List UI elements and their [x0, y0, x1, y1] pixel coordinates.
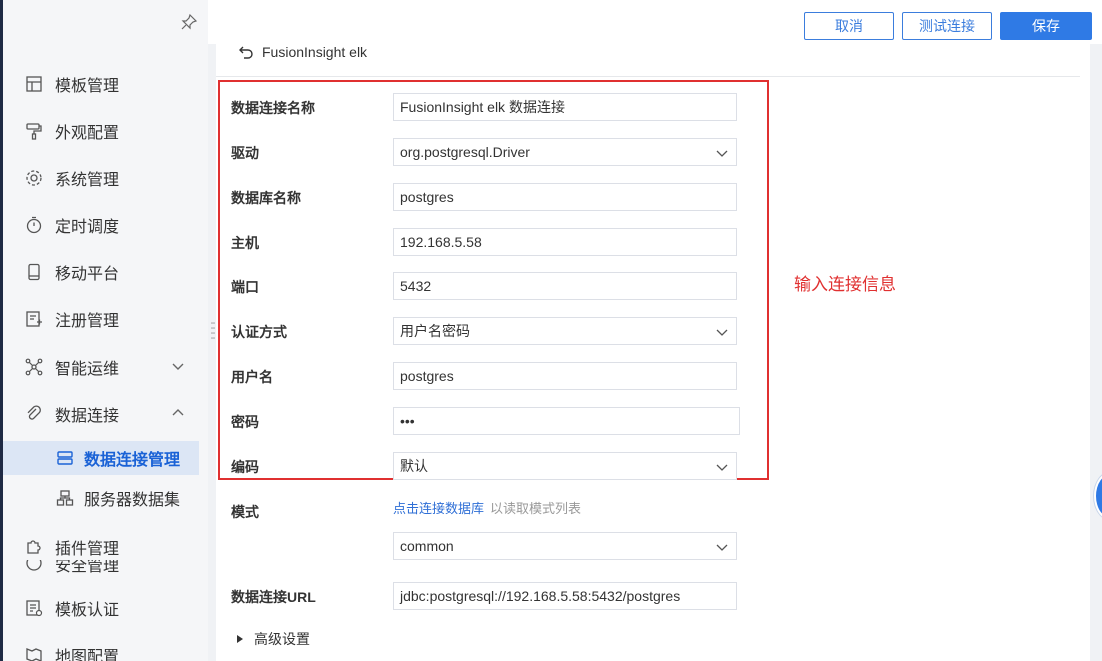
chevron-down-icon — [716, 464, 728, 471]
gear-icon — [26, 170, 42, 186]
sidebar-item-label: 数据连接 — [55, 408, 120, 425]
sidebar-item-template-cert[interactable]: 模板认证 — [25, 596, 119, 620]
paint-roller-icon — [26, 123, 42, 140]
sidebar: 模板管理 外观配置 系统管理 定时调度 移动平台 注册管理 智能运维 数据连接 … — [0, 0, 208, 661]
chevron-down-icon — [716, 544, 728, 551]
driver-select[interactable]: org.postgresql.Driver — [393, 138, 737, 166]
connection-title: FusionInsight elk — [262, 44, 368, 60]
template-icon — [26, 76, 42, 92]
test-connection-button[interactable]: 测试连接 — [902, 12, 992, 40]
cancel-button[interactable]: 取消 — [804, 12, 894, 40]
caret-right-icon — [237, 635, 243, 643]
connection-url-input[interactable]: jdbc:postgresql://192.168.5.58:5432/post… — [393, 582, 737, 610]
auth-method-select[interactable]: 用户名密码 — [393, 317, 737, 345]
name-label: 数据连接名称 — [231, 100, 315, 116]
map-icon — [26, 648, 42, 661]
sidebar-item-plugins[interactable]: 插件管理 — [25, 535, 119, 559]
certificate-icon — [26, 600, 43, 617]
sidebar-item-appearance[interactable]: 外观配置 — [25, 119, 119, 143]
sidebar-item-map[interactable]: 地图配置 — [25, 643, 119, 661]
sidebar-item-label: 地图配置 — [55, 649, 120, 661]
chevron-down-icon[interactable] — [171, 359, 185, 373]
sidebar-item-data-connection[interactable]: 数据连接 — [25, 402, 184, 426]
database-name-input[interactable]: postgres — [393, 183, 737, 211]
advanced-settings-label: 高级设置 — [254, 631, 310, 647]
encoding-value: 默认 — [400, 458, 428, 474]
schema-hint: 以读取模式列表 — [490, 501, 582, 516]
timer-icon — [26, 216, 42, 234]
schema-hint-line: 点击连接数据库 以读取模式列表 — [393, 498, 581, 517]
sidebar-item-label: 外观配置 — [55, 125, 120, 142]
sidebar-item-label: 系统管理 — [55, 172, 120, 189]
driver-label: 驱动 — [231, 145, 259, 161]
sidebar-item-label: 智能运维 — [55, 361, 120, 378]
sidebar-item-label: 注册管理 — [55, 313, 120, 330]
database-connection-icon — [57, 451, 73, 465]
sidebar-item-ops[interactable]: 智能运维 — [25, 355, 184, 379]
chevron-down-icon — [716, 329, 728, 336]
sidebar-subitem-label: 数据连接管理 — [84, 452, 181, 469]
floating-assistant-button[interactable] — [1094, 472, 1102, 520]
shield-icon — [26, 560, 42, 571]
save-button[interactable]: 保存 — [1000, 12, 1092, 40]
sidebar-subitem-label: 服务器数据集 — [84, 492, 181, 509]
port-input[interactable]: 5432 — [393, 272, 737, 300]
network-icon — [25, 358, 43, 376]
host-input[interactable]: 192.168.5.58 — [393, 228, 737, 256]
mobile-icon — [28, 263, 40, 281]
sidebar-item-label: 插件管理 — [55, 541, 120, 558]
connect-database-link[interactable]: 点击连接数据库 — [393, 501, 484, 516]
password-input[interactable]: ••• — [393, 407, 740, 435]
annotation-text: 输入连接信息 — [794, 275, 896, 294]
schema-label: 模式 — [231, 504, 259, 520]
register-icon — [26, 311, 42, 327]
password-label: 密码 — [231, 414, 259, 430]
resize-handle[interactable] — [211, 320, 215, 342]
username-label: 用户名 — [231, 369, 273, 385]
schema-select[interactable]: common — [393, 532, 737, 560]
chevron-up-icon[interactable] — [171, 406, 185, 420]
back-icon[interactable] — [238, 44, 254, 60]
sidebar-item-schedule[interactable]: 定时调度 — [25, 213, 119, 237]
url-label: 数据连接URL — [231, 589, 316, 605]
server-dataset-icon — [56, 490, 74, 506]
sidebar-item-mobile[interactable]: 移动平台 — [25, 260, 119, 284]
title-bar: FusionInsight elk — [216, 44, 1080, 77]
auth-value: 用户名密码 — [400, 323, 470, 339]
encoding-select[interactable]: 默认 — [393, 452, 737, 480]
username-input[interactable]: postgres — [393, 362, 737, 390]
pin-icon[interactable] — [181, 14, 197, 30]
sidebar-item-system[interactable]: 系统管理 — [25, 166, 119, 190]
sidebar-item-template-management[interactable]: 模板管理 — [25, 72, 119, 96]
schema-value: common — [400, 538, 454, 554]
connection-name-input[interactable]: FusionInsight elk 数据连接 — [393, 93, 737, 121]
port-label: 端口 — [231, 279, 259, 295]
sidebar-item-security[interactable]: 安全管理 — [25, 560, 119, 574]
advanced-settings-toggle[interactable]: 高级设置 — [236, 629, 310, 649]
sidebar-item-label: 模板认证 — [55, 602, 120, 619]
chevron-down-icon — [716, 150, 728, 157]
sidebar-item-label: 定时调度 — [55, 219, 120, 236]
auth-label: 认证方式 — [231, 324, 287, 340]
driver-value: org.postgresql.Driver — [400, 144, 530, 160]
puzzle-icon — [27, 540, 41, 554]
sidebar-item-label: 移动平台 — [55, 266, 120, 283]
sidebar-item-label: 模板管理 — [55, 78, 120, 95]
sidebar-subitem-server-dataset[interactable]: 服务器数据集 — [3, 481, 199, 515]
sidebar-subitem-connection-management[interactable]: 数据连接管理 — [3, 441, 199, 475]
database-label: 数据库名称 — [231, 190, 301, 206]
toolbar: 取消 测试连接 保存 — [208, 0, 1102, 44]
host-label: 主机 — [231, 235, 259, 251]
sidebar-item-register[interactable]: 注册管理 — [25, 307, 119, 331]
link-icon — [27, 405, 41, 420]
sidebar-item-label: 安全管理 — [55, 560, 120, 574]
connection-editor: FusionInsight elk 输入连接信息 数据连接名称 FusionIn… — [216, 44, 1090, 661]
encoding-label: 编码 — [231, 459, 259, 475]
